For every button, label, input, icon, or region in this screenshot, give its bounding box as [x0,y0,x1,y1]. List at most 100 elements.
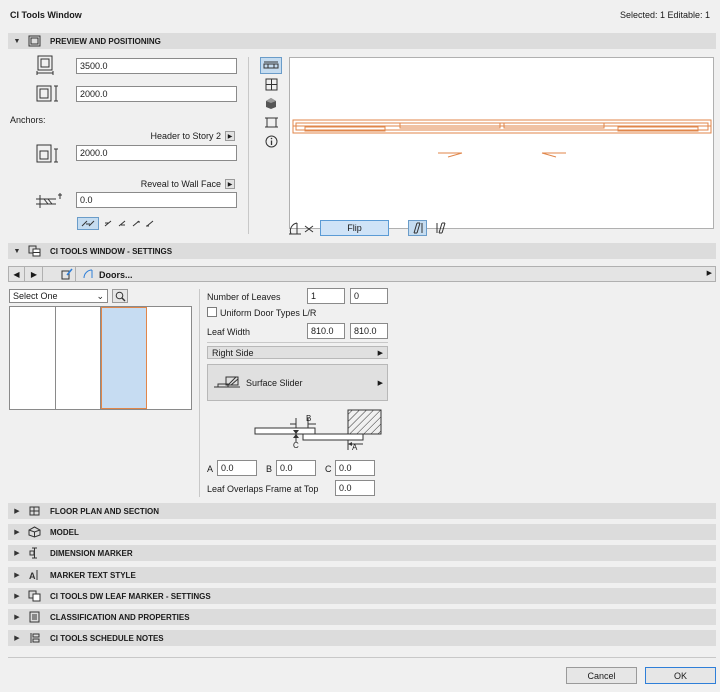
page-menu-arrow-icon[interactable]: ▶ [707,269,712,277]
cancel-button[interactable]: Cancel [566,667,637,684]
collapse-triangle-icon[interactable]: ▼ [8,38,26,45]
preview-canvas[interactable] [289,57,714,229]
section-window-settings[interactable]: ▼ CI TOOLS WINDOW - SETTINGS [8,243,716,259]
section-title: FLOOR PLAN AND SECTION [50,506,160,516]
reveal-anchor-arrow-icon[interactable]: ▶ [225,179,235,189]
classification-icon [26,611,42,623]
anchor-center-icon[interactable] [77,217,99,230]
header-anchor-arrow-icon[interactable]: ▶ [225,131,235,141]
reveal-anchor-label[interactable]: Reveal to Wall Face [120,179,221,189]
expand-triangle-icon[interactable]: ▶ [8,528,26,536]
collapse-triangle-icon[interactable]: ▼ [8,248,26,255]
section-preview-positioning[interactable]: ▼ PREVIEW AND POSITIONING [8,33,716,49]
next-button[interactable]: ▶ [26,267,43,281]
opening-side-icon[interactable] [286,219,316,239]
section-title: MODEL [50,527,79,537]
section-leaf-marker[interactable]: ▶ CI TOOLS DW LEAF MARKER - SETTINGS [8,588,716,604]
leaf-cell-4[interactable] [147,307,192,409]
door-swing-icon [83,269,95,281]
expand-triangle-icon[interactable]: ▶ [8,634,26,642]
height-input[interactable]: 2000.0 [76,86,237,102]
header-height-icon [33,143,63,165]
section-floor-plan[interactable]: ▶ FLOOR PLAN AND SECTION [8,503,716,519]
leaf-dimension-diagram: B C A [250,406,385,454]
section-title: DIMENSION MARKER [50,548,133,558]
previous-button[interactable]: ◀ [9,267,25,281]
schedule-notes-icon [26,632,42,644]
info-icon[interactable] [260,133,282,150]
doors-page-label: Doors... [99,270,133,280]
zoom-icon[interactable] [112,289,128,303]
chevron-down-icon: ⌄ [96,290,104,301]
3d-view-icon[interactable] [260,95,282,112]
section-classification[interactable]: ▶ CLASSIFICATION AND PROPERTIES [8,609,716,625]
mirror-left-icon[interactable] [408,220,427,236]
right-side-label: Right Side [212,347,254,358]
c-input[interactable]: 0.0 [335,460,375,476]
anchor-outer-icon[interactable] [130,217,142,230]
width-input[interactable]: 3500.0 [76,58,237,74]
window-settings-icon [26,245,42,257]
leaf-cell-2[interactable] [56,307,101,409]
reveal-input[interactable]: 0.0 [76,192,237,208]
leaves-count-2-input[interactable]: 0 [350,288,388,304]
door-plan-preview [292,119,712,158]
section-title: CLASSIFICATION AND PROPERTIES [50,612,190,622]
anchor-right-icon[interactable] [116,217,128,230]
c-label: C [325,464,332,474]
leaf-marker-icon [26,590,42,602]
expand-triangle-icon[interactable]: ▶ [8,549,26,557]
section-marker-text-style[interactable]: ▶ A MARKER TEXT STYLE [8,567,716,583]
leaf-overlap-label: Leaf Overlaps Frame at Top [207,484,319,494]
a-input[interactable]: 0.0 [217,460,257,476]
selection-info: Selected: 1 Editable: 1 [619,10,710,20]
leaf-cell-3[interactable] [101,307,147,409]
section-dimension-marker[interactable]: ▶ DIMENSION MARKER [8,545,716,561]
header-height-input[interactable]: 2000.0 [76,145,237,161]
elevation-view-icon[interactable] [260,76,282,93]
leaves-count-1-input[interactable]: 1 [307,288,345,304]
leaf-width-1-input[interactable]: 810.0 [307,323,345,339]
leaf-width-label: Leaf Width [207,327,251,337]
edit-page-icon[interactable] [59,267,76,281]
leaf-cell-1[interactable] [10,307,56,409]
right-side-selector[interactable]: Right Side ▶ [207,346,388,359]
anchor-inner-icon[interactable] [144,217,156,230]
section-title: CI TOOLS WINDOW - SETTINGS [50,246,173,256]
leaf-type-select-value: Select One [13,291,58,301]
section-schedule-notes[interactable]: ▶ CI TOOLS SCHEDULE NOTES [8,630,716,646]
dimension-marker-icon [26,547,42,559]
leaf-type-select[interactable]: Select One ⌄ [9,289,108,303]
header-anchor-label[interactable]: Header to Story 2 [120,131,221,141]
surface-slider-selector[interactable]: Surface Slider ▶ [207,364,388,401]
anchor-left-icon[interactable] [102,217,114,230]
mirror-right-icon[interactable] [432,220,451,236]
b-label: B [266,464,273,474]
doors-page-selector[interactable]: Doors... [83,269,133,281]
expand-triangle-icon[interactable]: ▶ [8,592,26,600]
title-bar: CI Tools Window Selected: 1 Editable: 1 [0,0,720,30]
ok-button[interactable]: OK [645,667,716,684]
leaf-width-2-input[interactable]: 810.0 [350,323,388,339]
section-view-icon[interactable] [260,114,282,131]
model-icon [26,526,42,538]
a-label: A [207,464,214,474]
preview-settings-icon [26,35,42,47]
uniform-door-types-checkbox[interactable] [207,307,217,317]
expand-triangle-icon[interactable]: ▶ [8,613,26,621]
flip-button[interactable]: Flip [320,220,389,236]
plan-view-icon[interactable] [260,57,282,74]
leaf-selection-grid[interactable] [9,306,192,410]
leaf-divider [207,342,388,343]
section-model[interactable]: ▶ MODEL [8,524,716,540]
right-side-arrow-icon: ▶ [377,349,383,357]
expand-triangle-icon[interactable]: ▶ [8,507,26,515]
leaf-overlap-input[interactable]: 0.0 [335,480,375,496]
preview-view-tools [260,57,284,152]
svg-text:A: A [29,571,36,581]
expand-triangle-icon[interactable]: ▶ [8,571,26,579]
b-input[interactable]: 0.0 [276,460,316,476]
dim-b-label: B [306,414,312,423]
reveal-icon [33,191,65,211]
width-icon [33,54,57,76]
